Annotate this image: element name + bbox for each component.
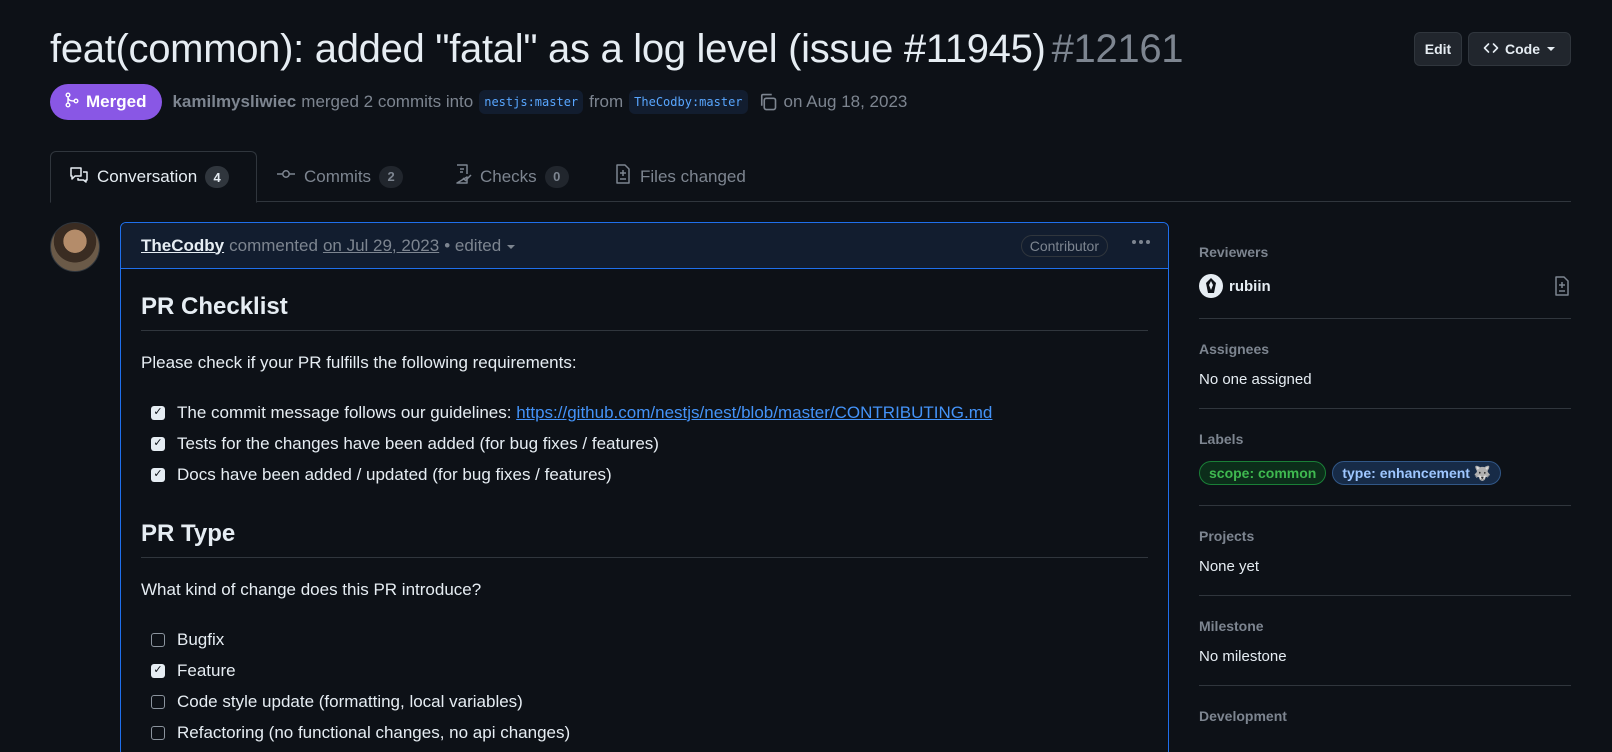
tab-commits[interactable]: Commits 2 (258, 151, 421, 202)
list-item: ✓ Feature (151, 655, 1148, 686)
list-item-text: Feature (177, 660, 236, 680)
list-item-text: The commit message follows our guideline… (177, 402, 993, 422)
file-diff-icon[interactable] (1553, 276, 1571, 300)
milestone-value: No milestone (1199, 648, 1287, 665)
contributing-link[interactable]: https://github.com/nestjs/nest/blob/mast… (516, 403, 992, 422)
list-item: ✓ Tests for the changes have been added … (151, 428, 1148, 459)
from-text: from (589, 92, 624, 111)
pr-number: #12161 (1051, 27, 1184, 71)
merge-icon (64, 92, 80, 113)
tab-label: Checks (480, 166, 537, 186)
checkbox-unchecked (151, 725, 165, 740)
triangle-down-icon (1546, 41, 1556, 57)
edit-button[interactable]: Edit (1414, 32, 1462, 66)
pr-title-text: feat(common): added "fatal" as a log lev… (50, 27, 1046, 71)
merger-link[interactable]: kamilmysliwiec (172, 92, 296, 112)
checklist-intro: Please check if your PR fulfills the fol… (141, 353, 577, 372)
code-icon (1483, 40, 1499, 59)
list-item: ✓ The commit message follows our guideli… (151, 397, 1148, 428)
list-item-text: Refactoring (no functional changes, no a… (177, 722, 571, 742)
development-title[interactable]: Development (1199, 708, 1571, 724)
list-item: ✓ Docs have been added / updated (for bu… (151, 459, 1148, 490)
head-branch[interactable]: TheCodby:master (629, 90, 748, 114)
checkbox-unchecked (151, 632, 165, 647)
reviewer-avatar (1199, 274, 1223, 298)
labels-title[interactable]: Labels (1199, 431, 1571, 447)
pr-type-list: Bugfix ✓ Feature Code style update (form… (141, 624, 1148, 748)
comment-action: commented (229, 235, 318, 255)
list-item-text: Tests for the changes have been added (f… (177, 433, 659, 453)
edit-button-label: Edit (1424, 41, 1452, 57)
tab-conversation[interactable]: Conversation 4 (50, 151, 257, 203)
merge-date: on Aug 18, 2023 (783, 92, 908, 111)
list-item-text: Docs have been added / updated (for bug … (177, 464, 612, 484)
checkbox-checked: ✓ (151, 467, 165, 482)
reviewer-item[interactable]: rubiin (1199, 274, 1571, 298)
pr-checklist: ✓ The commit message follows our guideli… (141, 397, 1148, 490)
status-label: Merged (86, 92, 147, 111)
triangle-down-icon (506, 236, 516, 255)
contributor-badge: Contributor (1020, 235, 1108, 257)
file-diff-icon (614, 164, 632, 189)
reviewers-section: Reviewers rubiin (1199, 222, 1571, 319)
checkbox-unchecked (151, 694, 165, 709)
comment-box: TheCodby commented on Jul 29, 2023 • edi… (120, 222, 1169, 752)
label-scope-common[interactable]: scope: common (1199, 461, 1327, 485)
merged-text: merged 2 commits into (301, 92, 474, 111)
pr-title: feat(common): added "fatal" as a log lev… (50, 27, 1184, 72)
label-type-enhancement[interactable]: type: enhancement 🐺 (1332, 461, 1502, 485)
edited-label: • edited (444, 235, 502, 255)
tab-checks[interactable]: Checks 0 (436, 151, 587, 202)
milestone-title[interactable]: Milestone (1199, 618, 1571, 634)
comment-body: PR Checklist Please check if your PR ful… (121, 269, 1168, 748)
edited-dropdown[interactable]: • edited (444, 236, 516, 256)
reviewers-title[interactable]: Reviewers (1199, 244, 1571, 260)
projects-value: None yet (1199, 558, 1260, 575)
commit-icon (276, 166, 296, 187)
heading-pr-type: PR Type (141, 490, 1148, 558)
list-item: Code style update (formatting, local var… (151, 686, 1148, 717)
checkbox-checked: ✓ (151, 663, 165, 678)
pr-tabs: Conversation 4 Commits 2 Checks 0 Files … (50, 151, 1571, 203)
comment-discussion-icon (69, 166, 89, 189)
checklist-icon (454, 164, 472, 189)
kebab-horizontal-icon[interactable] (1130, 231, 1152, 259)
comment-author-link[interactable]: TheCodby (141, 236, 224, 256)
projects-title[interactable]: Projects (1199, 528, 1571, 544)
labels-list: scope: common type: enhancement 🐺 (1199, 461, 1571, 485)
milestone-section: Milestone No milestone (1199, 596, 1571, 686)
checkbox-checked: ✓ (151, 405, 165, 420)
development-section: Development (1199, 686, 1571, 752)
list-item: Refactoring (no functional changes, no a… (151, 717, 1148, 748)
reviewer-name: rubiin (1229, 277, 1271, 295)
tab-label: Commits (304, 166, 372, 186)
comment-date-link[interactable]: on Jul 29, 2023 (323, 236, 439, 256)
checkbox-checked: ✓ (151, 436, 165, 451)
assignees-value: No one assigned (1199, 371, 1312, 388)
avatar[interactable] (50, 222, 100, 272)
list-item: Bugfix (151, 624, 1148, 655)
copy-icon[interactable] (758, 92, 778, 112)
list-item-text: Bugfix (177, 629, 225, 649)
pr-sidebar: Reviewers rubiin Assignees No one assign… (1199, 222, 1571, 752)
tab-label: Files changed (640, 166, 746, 186)
tab-count: 2 (379, 165, 404, 188)
tab-label: Conversation (97, 167, 198, 186)
tab-count: 0 (544, 165, 569, 188)
projects-section: Projects None yet (1199, 506, 1571, 596)
code-button-label: Code (1505, 41, 1540, 57)
labels-section: Labels scope: common type: enhancement 🐺 (1199, 409, 1571, 506)
list-item-text: Code style update (formatting, local var… (177, 691, 523, 711)
tab-count: 4 (205, 166, 230, 188)
base-branch[interactable]: nestjs:master (479, 90, 584, 114)
assignees-section: Assignees No one assigned (1199, 319, 1571, 409)
type-intro: What kind of change does this PR introdu… (141, 580, 482, 599)
comment-header: TheCodby commented on Jul 29, 2023 • edi… (121, 223, 1168, 269)
assignees-title[interactable]: Assignees (1199, 341, 1571, 357)
pr-meta: Merged kamilmysliwiec merged 2 commits i… (50, 84, 907, 120)
tab-files-changed[interactable]: Files changed (596, 151, 764, 202)
code-button[interactable]: Code (1468, 32, 1571, 66)
status-badge: Merged (50, 84, 163, 120)
heading-pr-checklist: PR Checklist (141, 269, 1148, 331)
